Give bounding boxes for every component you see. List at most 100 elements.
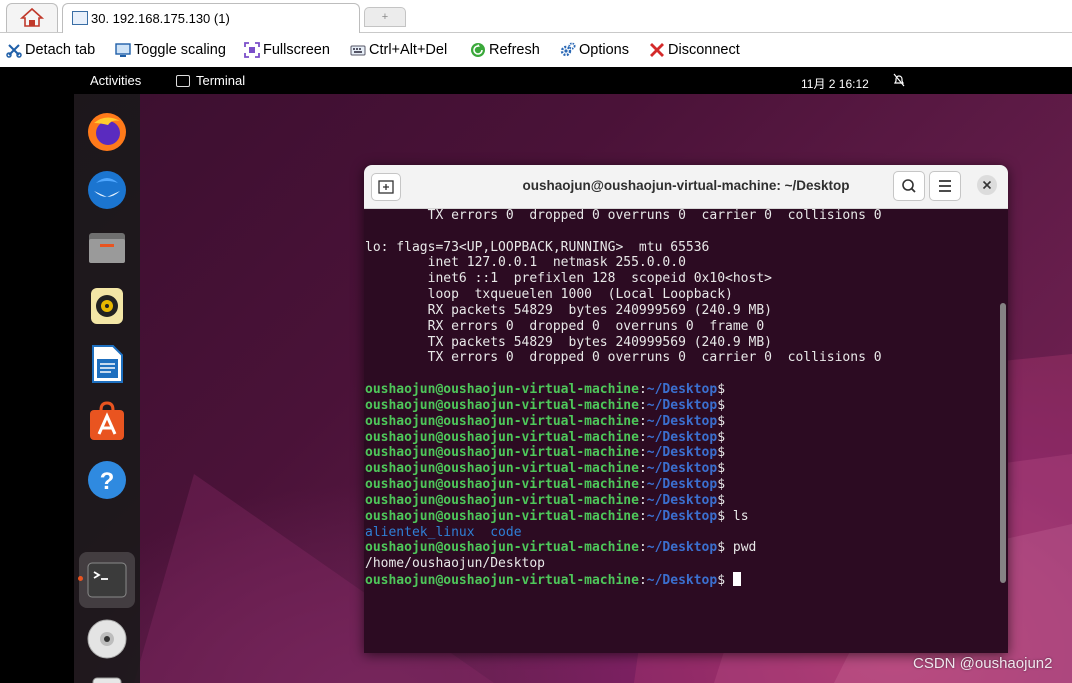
terminal-prompt-line: oushaojun@oushaojun-virtual-machine:~/De… (365, 445, 1001, 461)
prompt-command (725, 573, 733, 588)
terminal-window[interactable]: oushaojun@oushaojun-virtual-machine: ~/D… (364, 165, 1008, 653)
prompt-dollar: $ (717, 508, 726, 524)
prompt-dollar: $ (717, 445, 726, 461)
terminal-prompt-line: oushaojun@oushaojun-virtual-machine:~/De… (365, 572, 1001, 588)
watermark: CSDN @oushaojun2 (913, 655, 1053, 672)
prompt-user-host: oushaojun@oushaojun-virtual-machine (365, 397, 639, 413)
terminal-prompt-line: oushaojun@oushaojun-virtual-machine:~/De… (365, 382, 1001, 398)
terminal-icon (176, 74, 190, 87)
fullscreen-icon (244, 42, 260, 58)
refresh-button[interactable]: Refresh (470, 40, 540, 60)
console-tab-title: 30. 192.168.175.130 (1) (91, 11, 230, 26)
new-tab-button[interactable]: + (364, 7, 406, 27)
prompt-colon: : (638, 382, 647, 398)
dock-rhythmbox[interactable] (86, 285, 128, 327)
terminal-output-line: inet6 ::1 prefixlen 128 scopeid 0x10<hos… (365, 271, 772, 287)
prompt-path: ~/Desktop (646, 397, 718, 413)
prompt-path: ~/Desktop (646, 445, 718, 461)
prompt-path: ~/Desktop (646, 413, 718, 429)
prompt-path: ~/Desktop (646, 492, 718, 508)
fullscreen-label: Fullscreen (263, 42, 330, 58)
detach-tab-label: Detach tab (25, 42, 96, 58)
prompt-colon: : (638, 540, 647, 556)
fullscreen-button[interactable]: Fullscreen (244, 40, 330, 60)
terminal-output[interactable]: TX errors 0 dropped 0 overruns 0 carrier… (365, 208, 1001, 653)
terminal-prompt-line: oushaojun@oushaojun-virtual-machine:~/De… (365, 509, 1001, 525)
terminal-prompt-line: oushaojun@oushaojun-virtual-machine:~/De… (365, 430, 1001, 446)
dock-trash[interactable]: ♻ (86, 674, 128, 683)
prompt-user-host: oushaojun@oushaojun-virtual-machine (365, 429, 639, 445)
svg-text:?: ? (100, 468, 115, 495)
prompt-colon: : (638, 397, 647, 413)
ctrl-alt-del-button[interactable]: Ctrl+Alt+Del (350, 40, 447, 60)
terminal-icon (87, 562, 127, 598)
prompt-user-host: oushaojun@oushaojun-virtual-machine (365, 461, 639, 477)
close-icon (649, 42, 665, 58)
dock-libreoffice-writer[interactable] (86, 343, 128, 385)
terminal-search-button[interactable] (893, 171, 925, 201)
prompt-dollar: $ (717, 413, 726, 429)
prompt-dollar: $ (717, 573, 726, 589)
dock-terminal[interactable] (86, 559, 128, 601)
terminal-prompt-line: oushaojun@oushaojun-virtual-machine:~/De… (365, 540, 1001, 556)
gnome-top-bar: Activities Terminal 11月 2 16:12 (74, 67, 1072, 94)
prompt-user-host: oushaojun@oushaojun-virtual-machine (365, 445, 639, 461)
refresh-label: Refresh (489, 42, 540, 58)
running-indicator (78, 576, 83, 581)
terminal-scrollbar[interactable] (1000, 303, 1006, 583)
terminal-output-line: lo: flags=73<UP,LOOPBACK,RUNNING> mtu 65… (365, 239, 710, 255)
prompt-user-host: oushaojun@oushaojun-virtual-machine (365, 573, 639, 589)
files-icon (89, 233, 125, 263)
prompt-path: ~/Desktop (646, 508, 718, 524)
prompt-colon: : (638, 461, 647, 477)
terminal-cursor (732, 572, 741, 587)
refresh-icon (470, 42, 486, 58)
prompt-colon: : (638, 413, 647, 429)
options-button[interactable]: Options (560, 40, 629, 60)
rhythmbox-icon (91, 288, 123, 324)
ubuntu-software-icon (90, 401, 124, 440)
dock-files[interactable] (86, 227, 128, 269)
dock-dvd[interactable] (86, 618, 128, 660)
terminal-close-button[interactable] (977, 175, 997, 195)
prompt-colon: : (638, 477, 647, 493)
dvd-icon (87, 619, 127, 659)
prompt-dollar: $ (717, 461, 726, 477)
terminal-menu-button[interactable] (929, 171, 961, 201)
prompt-user-host: oushaojun@oushaojun-virtual-machine (365, 477, 639, 493)
toggle-scaling-label: Toggle scaling (134, 42, 226, 58)
prompt-dollar: $ (717, 397, 726, 413)
notifications-off-icon[interactable] (892, 73, 906, 90)
prompt-colon: : (638, 508, 647, 524)
prompt-path: ~/Desktop (646, 382, 718, 398)
prompt-user-host: oushaojun@oushaojun-virtual-machine (365, 492, 639, 508)
prompt-colon: : (638, 429, 647, 445)
activities-button[interactable]: Activities (90, 73, 141, 88)
console-tab[interactable]: 30. 192.168.175.130 (1) (62, 3, 360, 33)
help-icon: ? (88, 461, 126, 499)
prompt-user-host: oushaojun@oushaojun-virtual-machine (365, 413, 639, 429)
dock-thunderbird[interactable] (86, 169, 128, 211)
terminal-output-line: TX errors 0 dropped 0 overruns 0 carrier… (365, 350, 882, 366)
clock[interactable]: 11月 2 16:12 (801, 75, 869, 92)
dock-ubuntu-software[interactable] (86, 401, 128, 443)
remote-desktop[interactable]: Activities Terminal 11月 2 16:12 ? oushao… (0, 67, 1072, 683)
dock-firefox[interactable] (86, 111, 128, 153)
monitor-icon (115, 42, 131, 58)
detach-tab-button[interactable]: Detach tab (6, 40, 95, 60)
dock-help[interactable]: ? (86, 459, 128, 501)
home-tab[interactable] (6, 3, 58, 32)
prompt-command: pwd (725, 540, 757, 556)
toggle-scaling-button[interactable]: Toggle scaling (115, 40, 226, 60)
prompt-colon: : (638, 492, 647, 508)
app-menu[interactable]: Terminal (176, 73, 245, 88)
search-icon (902, 179, 916, 193)
disconnect-button[interactable]: Disconnect (649, 40, 740, 60)
terminal-header-bar[interactable]: oushaojun@oushaojun-virtual-machine: ~/D… (364, 165, 1008, 209)
gear-icon (560, 42, 576, 58)
prompt-dollar: $ (717, 492, 726, 508)
scissors-icon (6, 42, 22, 58)
libreoffice-writer-icon (92, 345, 123, 383)
disconnect-label: Disconnect (668, 42, 740, 58)
